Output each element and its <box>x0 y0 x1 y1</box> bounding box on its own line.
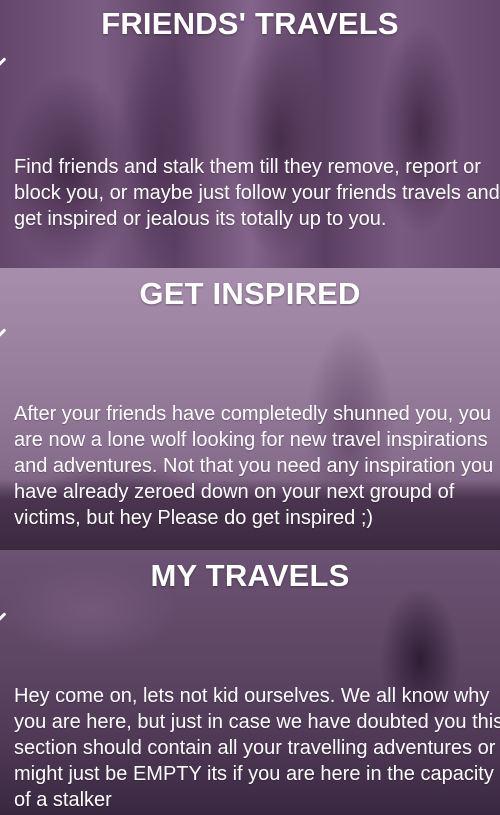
my-travels-panel[interactable]: MY TRAVELS Hey come on, lets not kid our… <box>0 550 500 815</box>
friends-travels-panel[interactable]: FRIENDS' TRAVELS Find friends and stalk … <box>0 0 500 268</box>
chevron-down-icon[interactable] <box>0 323 8 345</box>
panel-title: FRIENDS' TRAVELS <box>101 6 399 41</box>
chevron-down-icon[interactable] <box>0 52 8 74</box>
panel-title: GET INSPIRED <box>139 276 361 311</box>
get-inspired-panel[interactable]: GET INSPIRED After your friends have com… <box>0 268 500 550</box>
panel-title: MY TRAVELS <box>150 558 350 593</box>
panel-description: Find friends and stalk them till they re… <box>14 156 500 230</box>
chevron-down-icon[interactable] <box>0 607 8 629</box>
panel-description: Hey come on, lets not kid ourselves. We … <box>14 685 500 811</box>
panel-description: After your friends have completedly shun… <box>14 403 494 529</box>
